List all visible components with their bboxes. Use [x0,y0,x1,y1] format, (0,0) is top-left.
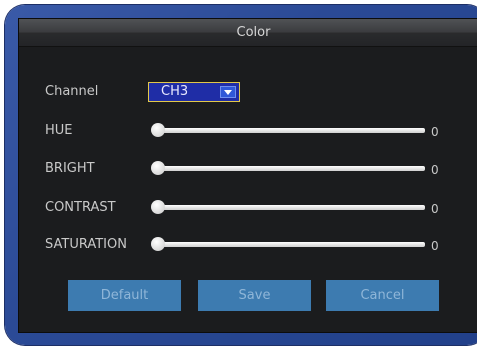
channel-select-value: CH3 [161,84,189,99]
hue-slider-track[interactable] [155,128,425,133]
channel-select[interactable]: CH3 [148,82,240,102]
channel-label: Channel [45,84,99,99]
saturation-slider-track[interactable] [155,242,425,247]
save-button[interactable]: Save [198,280,311,311]
hue-label: HUE [45,123,73,138]
color-dialog: Color Channel CH3 HUE 0 BRIGHT 0 CONTRAS… [18,18,477,333]
bright-slider[interactable] [151,161,426,175]
bright-value: 0 [431,163,439,177]
saturation-label: SATURATION [45,237,127,252]
bright-slider-track[interactable] [155,166,425,171]
contrast-value: 0 [431,202,439,216]
chevron-down-icon[interactable] [220,86,236,98]
saturation-value: 0 [431,239,439,253]
title-bar: Color [19,19,477,47]
bright-label: BRIGHT [45,161,95,176]
saturation-slider[interactable] [151,237,426,251]
saturation-slider-knob[interactable] [151,237,165,251]
contrast-slider-track[interactable] [155,205,425,210]
contrast-slider[interactable] [151,200,426,214]
cancel-button[interactable]: Cancel [326,280,439,311]
hue-slider[interactable] [151,123,426,137]
hue-slider-knob[interactable] [151,123,165,137]
hue-value: 0 [431,125,439,139]
contrast-label: CONTRAST [45,200,116,215]
default-button[interactable]: Default [68,280,181,311]
contrast-slider-knob[interactable] [151,200,165,214]
dialog-title: Color [236,25,271,40]
bright-slider-knob[interactable] [151,161,165,175]
